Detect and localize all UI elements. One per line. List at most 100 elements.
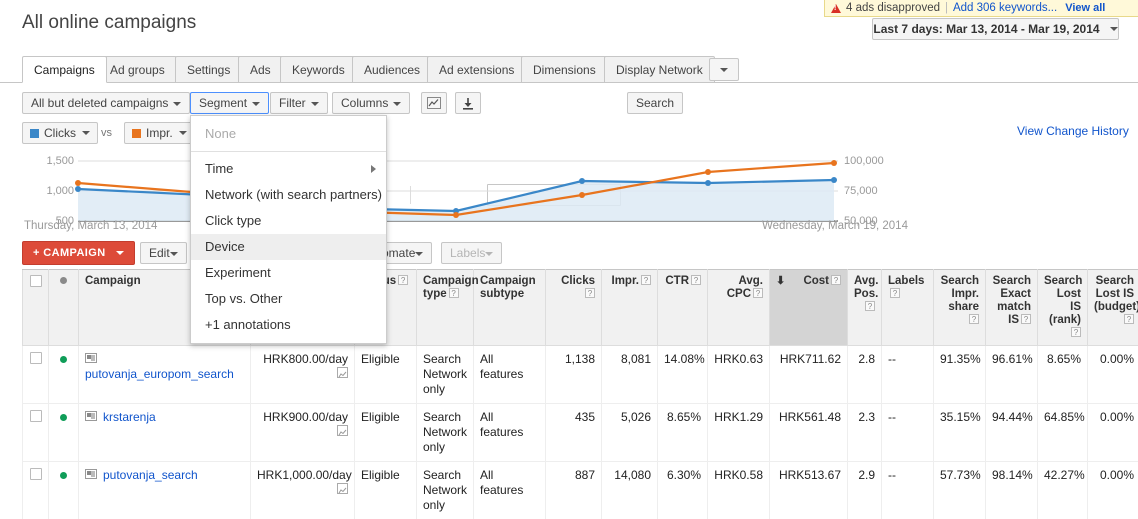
- filter-button[interactable]: Filter: [270, 92, 328, 114]
- header-search-exact-match-is[interactable]: Search Exact match IS?: [985, 269, 1038, 346]
- segment-button[interactable]: Segment: [190, 92, 270, 114]
- help-icon[interactable]: ?: [641, 275, 651, 285]
- header-labels[interactable]: Labels?: [881, 269, 934, 346]
- download-icon-button[interactable]: [455, 92, 481, 114]
- header-clicks[interactable]: Clicks?: [545, 269, 602, 346]
- row-checkbox[interactable]: [29, 352, 42, 364]
- table-row[interactable]: putovanja_search HRK1,000.00/day Eligible S…: [22, 461, 1138, 519]
- help-icon[interactable]: ?: [831, 275, 841, 285]
- menu-item-label: +1 annotations: [205, 317, 291, 332]
- search-lost-is-budget-cell: 0.00%: [1087, 403, 1138, 462]
- menu-item-top-vs-other[interactable]: Top vs. Other: [191, 286, 386, 312]
- table-row[interactable]: putovanja_europom_search HRK800.00/day Eli…: [22, 345, 1138, 404]
- header-campaign-type[interactable]: Campaign type?: [416, 269, 479, 346]
- row-checkbox[interactable]: [29, 410, 42, 422]
- tab-ad-groups[interactable]: Ad groups: [98, 56, 177, 83]
- campaign-name-cell[interactable]: putovanja_europom_search: [78, 345, 251, 404]
- help-icon[interactable]: ?: [865, 301, 875, 311]
- header-ctr-label: CTR: [665, 275, 689, 287]
- help-icon[interactable]: ?: [1124, 314, 1134, 324]
- header-select-all[interactable]: [22, 269, 49, 346]
- primary-metric-selector[interactable]: Clicks: [22, 122, 98, 144]
- header-ctr[interactable]: CTR?: [657, 269, 708, 346]
- help-icon[interactable]: ?: [969, 314, 979, 324]
- row-select-cell[interactable]: [22, 461, 49, 519]
- menu-item-time[interactable]: Time: [191, 156, 386, 182]
- labels-button[interactable]: Labels: [441, 242, 503, 264]
- date-range-selector[interactable]: Last 7 days: Mar 13, 2014 - Mar 19, 2014: [872, 18, 1119, 40]
- help-icon[interactable]: ?: [1071, 327, 1081, 337]
- help-icon[interactable]: ?: [448, 288, 459, 298]
- row-checkbox[interactable]: [29, 468, 42, 480]
- tab-audiences[interactable]: Audiences: [352, 56, 433, 83]
- cost-cell: HRK513.67: [769, 461, 848, 519]
- budget-graph-icon[interactable]: [337, 425, 348, 436]
- secondary-metric-selector[interactable]: Impr.: [124, 122, 195, 144]
- campaign-link[interactable]: putovanja_europom_search: [85, 367, 234, 381]
- budget-cell[interactable]: HRK900.00/day: [250, 403, 355, 462]
- menu-item-1-annotations[interactable]: +1 annotations: [191, 312, 386, 338]
- menu-item-network-with-search-partners[interactable]: Network (with search partners): [191, 182, 386, 208]
- view-all-alerts-link[interactable]: View all: [1065, 2, 1105, 14]
- campaign-name-cell[interactable]: putovanja_search: [78, 461, 251, 519]
- tab-ad-extensions[interactable]: Ad extensions: [427, 56, 527, 83]
- budget-cell[interactable]: HRK1,000.00/day: [250, 461, 355, 519]
- segment-label: Segment: [199, 96, 248, 110]
- header-search-impr-share[interactable]: Search Impr. share?: [933, 269, 986, 346]
- campaign-link[interactable]: putovanja_search: [103, 468, 198, 482]
- help-icon[interactable]: ?: [890, 288, 900, 298]
- search-button[interactable]: Search: [627, 92, 684, 114]
- header-impr[interactable]: Impr.?: [601, 269, 658, 346]
- tab-display-network[interactable]: Display Network: [604, 56, 715, 83]
- header-search-lost-is-rank[interactable]: Search Lost IS (rank)?: [1037, 269, 1088, 346]
- row-select-cell[interactable]: [22, 345, 49, 404]
- row-status-cell: [48, 345, 79, 404]
- table-row[interactable]: krstarenja HRK900.00/day Eligible Search Ne…: [22, 403, 1138, 462]
- row-select-cell[interactable]: [22, 403, 49, 462]
- menu-item-click-type[interactable]: Click type: [191, 208, 386, 234]
- campaign-name-cell[interactable]: krstarenja: [78, 403, 251, 462]
- header-search-lost-is-rank-label: Search Lost IS (rank): [1044, 275, 1083, 326]
- help-icon[interactable]: ?: [753, 288, 763, 298]
- header-labels-label: Labels: [888, 275, 925, 287]
- header-avg-pos[interactable]: Avg. Pos.?: [847, 269, 882, 346]
- campaign-link[interactable]: krstarenja: [103, 410, 156, 424]
- header-cost[interactable]: ⬇ Cost?: [769, 269, 848, 346]
- tab-campaigns[interactable]: Campaigns: [22, 56, 107, 83]
- budget-graph-icon[interactable]: [337, 483, 348, 494]
- header-campaign-subtype[interactable]: Campaign subtype: [473, 269, 546, 346]
- segment-dropdown-menu[interactable]: None Time Network (with search partners) Cl…: [190, 115, 387, 344]
- tab-dimensions[interactable]: Dimensions: [521, 56, 608, 83]
- help-icon[interactable]: ?: [585, 288, 595, 298]
- menu-item-device[interactable]: Device: [191, 234, 386, 260]
- filter-label: Filter: [279, 96, 306, 110]
- header-search-lost-is-budget[interactable]: Search Lost IS (budget)?: [1087, 269, 1138, 346]
- menu-item-experiment[interactable]: Experiment: [191, 260, 386, 286]
- help-icon[interactable]: ?: [691, 275, 701, 285]
- add-keywords-link[interactable]: Add 306 keywords...: [953, 2, 1057, 14]
- menu-divider: [191, 151, 386, 152]
- campaign-scope-filter[interactable]: All but deleted campaigns: [22, 92, 191, 114]
- new-campaign-button[interactable]: + CAMPAIGN: [22, 241, 136, 265]
- budget-value: HRK900.00/day: [263, 410, 348, 424]
- help-icon[interactable]: ?: [398, 275, 409, 285]
- view-change-history-link[interactable]: View Change History: [1017, 124, 1129, 138]
- search-campaign-icon: [85, 353, 97, 363]
- header-avg-cpc[interactable]: Avg. CPC?: [707, 269, 770, 346]
- edit-label: Edit: [149, 246, 170, 260]
- line-chart-icon-button[interactable]: [421, 92, 447, 114]
- date-range-label: Last 7 days: Mar 13, 2014 - Mar 19, 2014: [873, 22, 1100, 36]
- tab-overflow-button[interactable]: [709, 58, 739, 81]
- budget-cell[interactable]: HRK800.00/day: [250, 345, 355, 404]
- tab-ads[interactable]: Ads: [238, 56, 283, 83]
- edit-button[interactable]: Edit: [140, 242, 187, 264]
- menu-item-label: None: [205, 126, 237, 141]
- budget-graph-icon[interactable]: [337, 367, 348, 378]
- alerts-banner: 4 ads disapproved | Add 306 keywords... …: [824, 0, 1138, 17]
- help-icon[interactable]: ?: [1021, 314, 1031, 324]
- columns-button[interactable]: Columns: [332, 92, 411, 114]
- tab-keywords[interactable]: Keywords: [280, 56, 357, 83]
- tab-settings[interactable]: Settings: [175, 56, 243, 83]
- campaign-scope-label: All but deleted campaigns: [31, 96, 169, 110]
- select-all-checkbox[interactable]: [29, 275, 42, 287]
